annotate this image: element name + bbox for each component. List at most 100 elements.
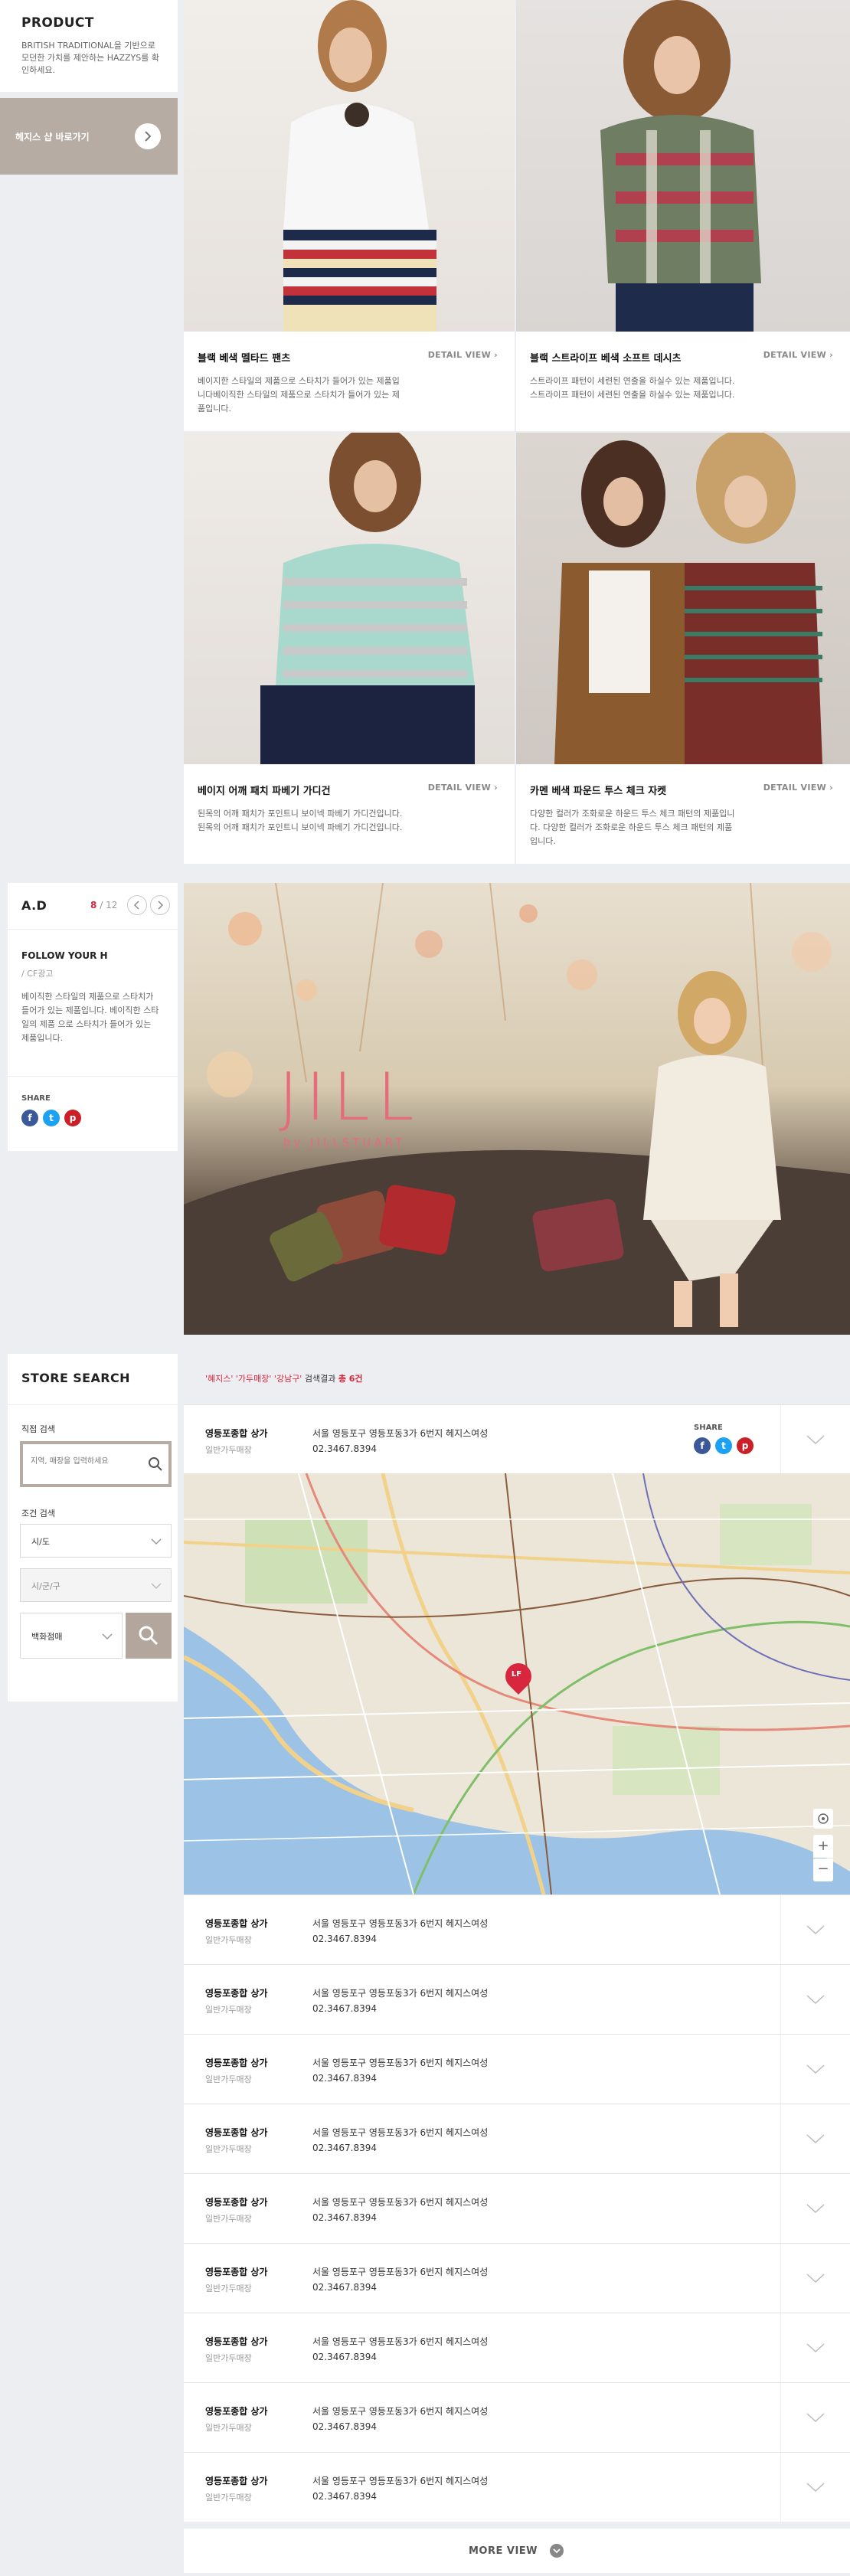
zoom-out-button[interactable]: − — [813, 1858, 833, 1881]
store-map[interactable]: LF + − — [184, 1473, 850, 1894]
expand-toggle[interactable] — [780, 2035, 850, 2104]
store-type: 일반가두매장 — [205, 2144, 252, 2154]
store-name: 영등포종합 상가 — [205, 2197, 268, 2208]
ad-title: A.D — [21, 898, 47, 913]
product-card-desc: 스트라이프 패턴이 세련된 연출을 하실수 있는 제품입니다. 스트라이프 패턴… — [530, 376, 735, 400]
store-phone: 02.3467.8394 — [312, 1934, 377, 1944]
store-row[interactable]: 영등포종합 상가 일반가두매장 서울 영등포구 영등포동3가 6번지 헤지스여성… — [184, 2243, 850, 2313]
expand-toggle[interactable] — [780, 2383, 850, 2452]
result-count: 총 6건 — [338, 1374, 363, 1384]
share-label: SHARE — [694, 1424, 723, 1432]
expand-toggle[interactable] — [780, 2453, 850, 2522]
product-card[interactable]: 베이지 어깨 패치 파베기 가디건 DETAIL VIEW › 된목의 어깨 패… — [184, 764, 515, 864]
product-card[interactable]: 블랙 베색 멜타드 팬츠 DETAIL VIEW › 베이지한 스타일의 제품으… — [184, 332, 515, 431]
chevron-down-icon — [151, 1538, 162, 1545]
locate-icon[interactable] — [813, 1809, 833, 1829]
more-view-button[interactable]: MORE VIEW — [184, 2529, 850, 2573]
store-phone: 02.3467.8394 — [312, 2212, 377, 2223]
detail-view-link[interactable]: DETAIL VIEW › — [428, 350, 498, 360]
store-search-title: STORE SEARCH — [21, 1371, 130, 1385]
twitter-icon[interactable]: t — [43, 1110, 60, 1126]
product-card[interactable]: 블랙 스트라이프 베색 소프트 데시츠 DETAIL VIEW › 스트라이프 … — [516, 332, 850, 431]
more-view-label: MORE VIEW — [469, 2545, 538, 2557]
search-button[interactable] — [126, 1613, 172, 1659]
detail-view-link[interactable]: DETAIL VIEW › — [428, 783, 498, 793]
store-phone: 02.3467.8394 — [312, 2143, 377, 2153]
search-input-box[interactable] — [20, 1441, 172, 1487]
search-input[interactable] — [29, 1456, 139, 1466]
chevron-down-icon — [806, 2134, 825, 2144]
banner-brand: JILL — [279, 1059, 422, 1136]
chevron-down-icon — [806, 1435, 825, 1445]
store-phone: 02.3467.8394 — [312, 2352, 377, 2362]
expand-toggle[interactable] — [780, 2313, 850, 2382]
product-card-desc: 된목의 어깨 패치가 포인트니 보이넥 파베기 가디건입니다. 된목의 어깨 패… — [198, 809, 403, 832]
store-row[interactable]: 영등포종합 상가 일반가두매장 서울 영등포구 영등포동3가 6번지 헤지스여성… — [184, 1964, 850, 2034]
store-row[interactable]: 영등포종합 상가 일반가두매장 서울 영등포구 영등포동3가 6번지 헤지스여성… — [184, 2313, 850, 2382]
store-address: 서울 영등포구 영등포동3가 6번지 헤지스여성 — [312, 2197, 489, 2208]
district-select[interactable]: 시/군/구 — [20, 1568, 172, 1602]
store-name: 영등포종합 상가 — [205, 1918, 268, 1929]
store-phone: 02.3467.8394 — [312, 1443, 377, 1454]
chevron-right-icon: › — [829, 350, 833, 360]
search-icon[interactable] — [147, 1456, 164, 1473]
search-icon — [139, 1626, 159, 1646]
shop-button-label: 헤지스 샵 바로가기 — [15, 132, 90, 142]
zoom-in-button[interactable]: + — [813, 1835, 833, 1858]
chevron-right-icon: › — [494, 783, 498, 793]
store-type: 일반가두매장 — [205, 2423, 252, 2433]
chevron-down-icon — [806, 1925, 825, 1935]
prev-button[interactable] — [127, 895, 147, 915]
expand-toggle[interactable] — [780, 1405, 850, 1474]
ad-banner[interactable]: JILL by JILLSTUART — [184, 883, 850, 1335]
expand-toggle[interactable] — [780, 2104, 850, 2173]
city-select[interactable]: 시/도 — [20, 1524, 172, 1558]
store-row[interactable]: 영등포종합 상가 일반가두매장 서울 영등포구 영등포동3가 6번지 헤지스여성… — [184, 1894, 850, 1964]
expand-toggle[interactable] — [780, 1965, 850, 2034]
chevron-down-icon — [806, 2343, 825, 2353]
store-row[interactable]: 영등포종합 상가 일반가두매장 서울 영등포구 영등포동3가 6번지 헤지스여성… — [184, 2104, 850, 2173]
expand-toggle[interactable] — [780, 1895, 850, 1964]
product-image-1[interactable] — [184, 0, 515, 332]
expand-toggle[interactable] — [780, 2174, 850, 2243]
product-card-title: 베이지 어깨 패치 파베기 가디건 — [198, 786, 331, 797]
product-card-desc: 베이지한 스타일의 제품으로 스타치가 들어가 있는 제품입니다베이직한 스타일… — [198, 376, 400, 414]
ad-divider-2 — [8, 1076, 178, 1077]
store-address: 서울 영등포구 영등포동3가 6번지 헤지스여성 — [312, 2267, 489, 2277]
expand-toggle[interactable] — [780, 2244, 850, 2313]
store-name: 영등포종합 상가 — [205, 2336, 268, 2347]
store-row[interactable]: 영등포종합 상가 일반가두매장 서울 영등포구 영등포동3가 6번지 헤지스여성… — [184, 2034, 850, 2104]
chevron-right-icon: › — [829, 783, 833, 793]
chevron-down-icon — [806, 2274, 825, 2283]
detail-view-link[interactable]: DETAIL VIEW › — [763, 783, 833, 793]
chevron-left-icon — [133, 901, 139, 910]
product-card-title: 카멘 베색 파운드 투스 체크 자켓 — [530, 786, 667, 797]
store-phone: 02.3467.8394 — [312, 2282, 377, 2293]
detail-view-link[interactable]: DETAIL VIEW › — [763, 350, 833, 360]
store-search-divider — [8, 1404, 178, 1405]
store-row-expanded[interactable]: 영등포종합 상가 일반가두매장 서울 영등포구 영등포동3가 6번지 헤지스여성… — [184, 1404, 850, 1474]
ad-desc: 베이직한 스타일의 제품으로 스타치가 들어가 있는 제품입니다. 베이직한 스… — [21, 992, 159, 1043]
store-row[interactable]: 영등포종합 상가 일반가두매장 서울 영등포구 영등포동3가 6번지 헤지스여성… — [184, 2173, 850, 2243]
store-type: 일반가두매장 — [205, 2005, 252, 2015]
facebook-icon[interactable]: f — [21, 1110, 38, 1126]
store-row[interactable]: 영등포종합 상가 일반가두매장 서울 영등포구 영등포동3가 6번지 헤지스여성… — [184, 2452, 850, 2522]
store-address: 서울 영등포구 영등포동3가 6번지 헤지스여성 — [312, 2476, 489, 2486]
pinterest-icon[interactable]: p — [64, 1110, 81, 1126]
shop-button[interactable]: 헤지스 샵 바로가기 — [0, 98, 178, 175]
product-card[interactable]: 카멘 베색 파운드 투스 체크 자켓 DETAIL VIEW › 다양한 컬러가… — [516, 764, 850, 864]
next-button[interactable] — [150, 895, 170, 915]
store-row[interactable]: 영등포종합 상가 일반가두매장 서울 영등포구 영등포동3가 6번지 헤지스여성… — [184, 2382, 850, 2452]
product-image-4[interactable] — [516, 433, 850, 764]
store-address: 서울 영등포구 영등포동3가 6번지 헤지스여성 — [312, 2127, 489, 2138]
product-card-title: 블랙 베색 멜타드 팬츠 — [198, 353, 291, 364]
store-address: 서울 영등포구 영등포동3가 6번지 헤지스여성 — [312, 1428, 489, 1439]
pinterest-icon[interactable]: p — [737, 1437, 754, 1454]
type-select[interactable]: 백화점매 — [20, 1613, 123, 1659]
store-name: 영등포종합 상가 — [205, 2267, 268, 2277]
store-type: 일반가두매장 — [205, 2353, 252, 2363]
product-image-2[interactable] — [516, 0, 850, 332]
facebook-icon[interactable]: f — [694, 1437, 711, 1454]
twitter-icon[interactable]: t — [715, 1437, 732, 1454]
product-image-3[interactable] — [184, 433, 515, 764]
